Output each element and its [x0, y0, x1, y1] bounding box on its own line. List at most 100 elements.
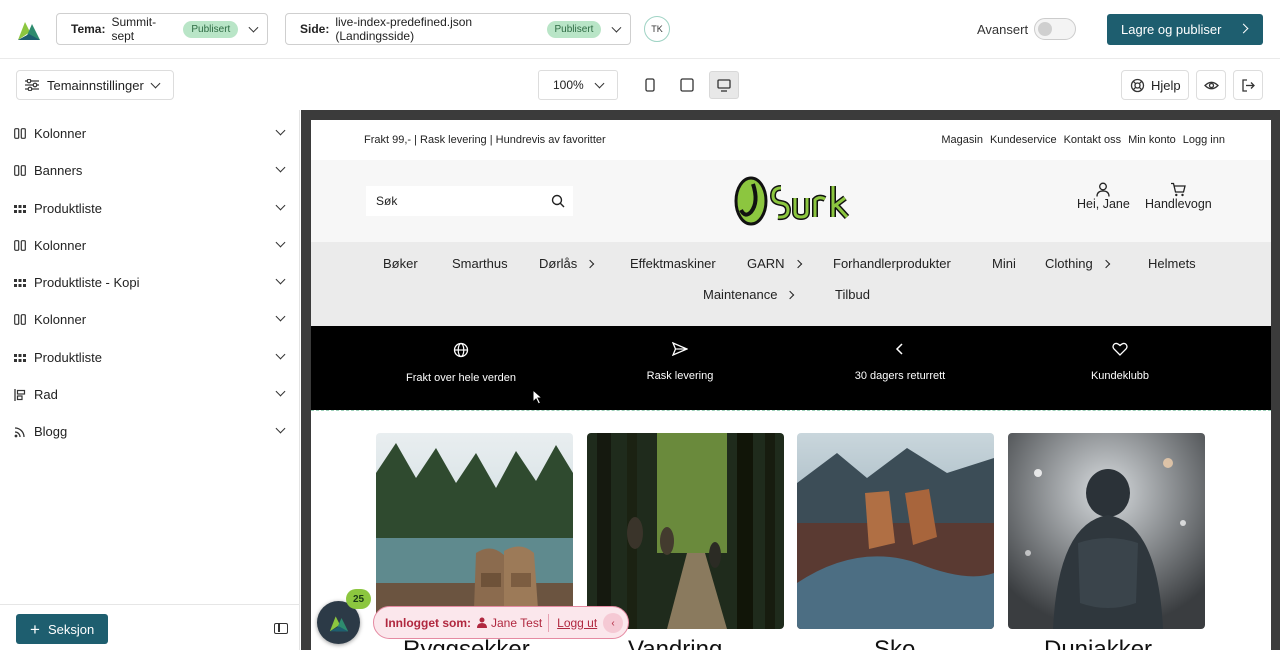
toggle-sidebar-icon[interactable] — [274, 623, 288, 634]
top-link-kundeservice[interactable]: Kundeservice — [990, 134, 1057, 146]
app-logo-icon — [329, 615, 348, 631]
preview-button[interactable] — [1196, 70, 1226, 100]
store-logo-icon[interactable] — [731, 174, 861, 228]
nav-item-clothing[interactable]: Clothing — [1045, 256, 1110, 271]
help-label: Hjelp — [1151, 77, 1181, 93]
sidebar-item-kolonner[interactable]: Kolonner — [0, 227, 300, 264]
app-logo-icon[interactable] — [16, 18, 42, 42]
grid-icon — [14, 203, 28, 215]
help-button[interactable]: Hjelp — [1121, 70, 1189, 100]
nav-item-mini[interactable]: Mini — [992, 256, 1016, 271]
nav-item-smarthus[interactable]: Smarthus — [452, 256, 508, 271]
columns-icon — [14, 128, 28, 140]
chevron-down-icon — [275, 349, 286, 360]
nav-item-maintenance[interactable]: Maintenance — [703, 287, 795, 302]
chevron-left-icon — [895, 343, 903, 355]
backpacks-by-lake-image — [376, 433, 573, 629]
cart-icon — [1171, 182, 1187, 197]
nav-label: Mini — [992, 256, 1016, 271]
chevron-down-icon — [275, 237, 286, 248]
category-title[interactable]: Dunjakker — [1044, 636, 1152, 650]
sidebar-item-produktliste[interactable]: Produktliste — [0, 339, 300, 376]
sidebar-item-blogg[interactable]: Blogg — [0, 413, 300, 450]
nav-item-tilbud[interactable]: Tilbud — [835, 287, 870, 302]
sidebar-item-banners[interactable]: Banners — [0, 152, 300, 189]
chevron-right-icon — [1238, 23, 1249, 34]
sidebar-item-produktliste[interactable]: Produktliste — [0, 190, 300, 227]
save-publish-button[interactable]: Lagre og publiser — [1107, 14, 1263, 45]
chevron-down-icon — [150, 78, 161, 88]
nav-item-boker[interactable]: Bøker — [383, 256, 418, 271]
nav-item-forhandlerprodukter[interactable]: Forhandlerprodukter — [833, 256, 951, 271]
sidebar-item-label: Produktliste — [34, 201, 102, 216]
nav-item-garn[interactable]: GARN — [747, 256, 802, 271]
cart-link[interactable]: Handlevogn — [1145, 182, 1212, 211]
sidebar-item-label: Produktliste - Kopi — [34, 275, 140, 290]
advanced-toggle[interactable] — [1034, 18, 1076, 40]
user-icon — [477, 617, 487, 628]
store-search-input[interactable]: Søk — [366, 186, 573, 216]
category-title[interactable]: Sko — [874, 636, 915, 650]
advanced-label: Avansert — [977, 22, 1029, 37]
sidebar-item-produktliste-kopi[interactable]: Produktliste - Kopi — [0, 264, 300, 301]
category-title[interactable]: Vandring — [628, 636, 722, 650]
desktop-icon — [717, 78, 731, 92]
chevron-down-icon — [275, 311, 286, 322]
zoom-select[interactable]: 100% — [538, 70, 618, 100]
theme-selector[interactable]: Tema: Summit-sept Publisert — [56, 13, 268, 45]
usp-item: Rask levering — [560, 326, 800, 410]
category-card-vandring[interactable] — [587, 433, 784, 629]
chevron-right-icon — [1101, 259, 1110, 268]
usp-label: Rask levering — [646, 370, 714, 382]
nav-label: Bøker — [383, 256, 418, 271]
lifebuoy-icon — [1130, 78, 1145, 92]
cart-label: Handlevogn — [1145, 197, 1212, 211]
top-link-logg-inn[interactable]: Logg inn — [1183, 134, 1225, 146]
chevron-down-icon — [275, 200, 286, 211]
top-link-kontakt[interactable]: Kontakt oss — [1064, 134, 1121, 146]
chevron-down-icon — [275, 274, 286, 285]
top-link-min-konto[interactable]: Min konto — [1128, 134, 1176, 146]
nav-item-dorlas[interactable]: Dørlås — [539, 256, 595, 271]
sidebar-item-kolonner[interactable]: Kolonner — [0, 301, 300, 338]
account-link[interactable]: Hei, Jane — [1077, 182, 1130, 211]
theme-settings-dropdown[interactable]: Temainnstillinger — [16, 70, 174, 100]
page-selector[interactable]: Side: live-index-predefined.json (Landin… — [285, 13, 631, 45]
mobile-view-button[interactable] — [635, 71, 665, 99]
user-avatar[interactable]: TK — [644, 16, 670, 42]
sidebar-item-rad[interactable]: Rad — [0, 376, 300, 413]
tablet-view-button[interactable] — [672, 71, 702, 99]
nav-item-helmets[interactable]: Helmets — [1148, 256, 1196, 271]
add-section-button[interactable]: + Seksjon — [16, 614, 108, 644]
top-link-magasin[interactable]: Magasin — [941, 134, 983, 146]
category-card-dunjakker[interactable] — [1008, 433, 1205, 629]
theme-value: Summit-sept — [111, 15, 157, 43]
exit-button[interactable] — [1233, 70, 1263, 100]
storefront-preview: Frakt 99,- | Rask levering | Hundrevis a… — [311, 120, 1271, 650]
logout-link[interactable]: Logg ut — [557, 616, 597, 630]
usp-label: 30 dagers returrett — [854, 370, 946, 382]
sidebar-item-kolonner[interactable]: Kolonner — [0, 115, 300, 152]
chevron-down-icon — [611, 22, 622, 32]
desktop-view-button[interactable] — [709, 71, 739, 99]
nav-item-effektmaskiner[interactable]: Effektmaskiner — [630, 256, 716, 271]
sidebar-item-label: Rad — [34, 387, 58, 402]
nav-label: Dørlås — [539, 256, 578, 271]
category-card-ryggsekker[interactable] — [376, 433, 573, 629]
notification-count-badge: 25 — [346, 589, 371, 609]
chevron-right-icon — [586, 259, 595, 268]
hikers-in-forest-image — [587, 433, 784, 629]
plus-icon: + — [30, 619, 40, 639]
top-links: Magasin Kundeservice Kontakt oss Min kon… — [941, 134, 1225, 146]
rss-icon — [14, 426, 28, 438]
announcement-text: Frakt 99,- | Rask levering | Hundrevis a… — [364, 134, 606, 146]
zoom-value: 100% — [553, 78, 584, 92]
columns-icon — [14, 240, 28, 252]
collapse-icon[interactable]: ‹ — [603, 613, 623, 633]
logged-in-user[interactable]: Jane Test — [491, 616, 542, 630]
store-header: Søk Hei, Jane Handlevogn — [311, 160, 1271, 242]
publish-label: Lagre og publiser — [1121, 22, 1222, 37]
category-card-sko[interactable] — [797, 433, 994, 629]
sidebar-item-label: Kolonner — [34, 312, 87, 327]
user-icon — [1096, 182, 1111, 197]
